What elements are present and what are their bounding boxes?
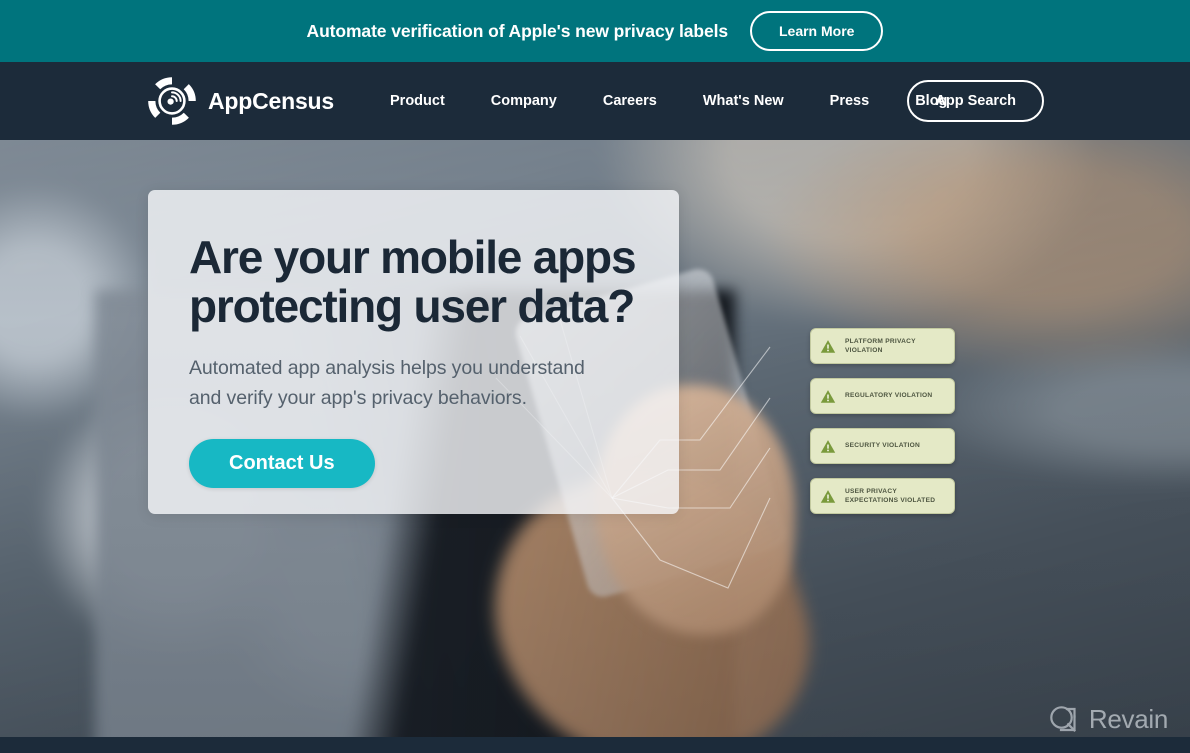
hero-title-line-2: protecting user data?: [189, 279, 635, 332]
violation-badge-user-privacy: User Privacy Expectations Violated: [810, 478, 955, 514]
nav-link-product[interactable]: Product: [390, 93, 468, 109]
violation-badge-regulatory: Regulatory Violation: [810, 378, 955, 414]
hero-card: Are your mobile apps protecting user dat…: [148, 190, 679, 514]
learn-more-button[interactable]: Learn More: [749, 11, 884, 51]
contact-us-button[interactable]: Contact Us: [189, 439, 375, 489]
hero-section: Are your mobile apps protecting user dat…: [0, 140, 1190, 737]
hero-subtitle-line-1: Automated app analysis helps you underst…: [189, 356, 585, 379]
nav-link-company[interactable]: Company: [468, 93, 580, 109]
violation-badge-label: Regulatory Violation: [845, 392, 933, 400]
revain-logo-icon: [1047, 703, 1080, 736]
hero-title: Are your mobile apps protecting user dat…: [189, 233, 637, 331]
announcement-banner-text: Automate verification of Apple's new pri…: [306, 20, 729, 41]
revain-watermark: Revain: [1047, 703, 1168, 736]
app-search-button[interactable]: App Search: [907, 80, 1044, 122]
page-root: Automate verification of Apple's new pri…: [0, 0, 1190, 753]
violation-badge-platform-privacy: Platform Privacy Violation: [810, 328, 955, 364]
warning-triangle-icon: [820, 389, 836, 404]
violation-badge-label: User Privacy Expectations Violated: [845, 487, 936, 504]
announcement-banner: Automate verification of Apple's new pri…: [0, 0, 1190, 62]
nav-link-careers[interactable]: Careers: [580, 93, 680, 109]
warning-triangle-icon: [820, 439, 836, 454]
brand-logo-link[interactable]: AppCensus: [146, 75, 334, 127]
revain-watermark-text: Revain: [1088, 704, 1168, 734]
hero-title-line-1: Are your mobile apps: [189, 231, 637, 283]
nav-link-whats-new[interactable]: What's New: [680, 93, 807, 109]
hero-subtitle: Automated app analysis helps you underst…: [189, 353, 637, 414]
footer-strip: [0, 737, 1190, 753]
violation-badge-list: Platform Privacy Violation Regulatory Vi…: [810, 328, 955, 514]
main-navbar: AppCensus Product Company Careers What's…: [0, 62, 1190, 140]
hero-subtitle-line-2: and verify your app's privacy behaviors.: [189, 386, 527, 409]
brand-name: AppCensus: [208, 87, 334, 114]
nav-link-press[interactable]: Press: [807, 93, 893, 109]
appcensus-circular-logo-icon: [146, 75, 198, 127]
warning-triangle-icon: [820, 339, 836, 354]
violation-badge-security: Security Violation: [810, 428, 955, 464]
violation-badge-label: Platform Privacy Violation: [845, 337, 916, 354]
warning-triangle-icon: [820, 489, 836, 504]
nav-links: Product Company Careers What's New Press…: [390, 93, 970, 109]
violation-badge-label: Security Violation: [845, 442, 920, 450]
